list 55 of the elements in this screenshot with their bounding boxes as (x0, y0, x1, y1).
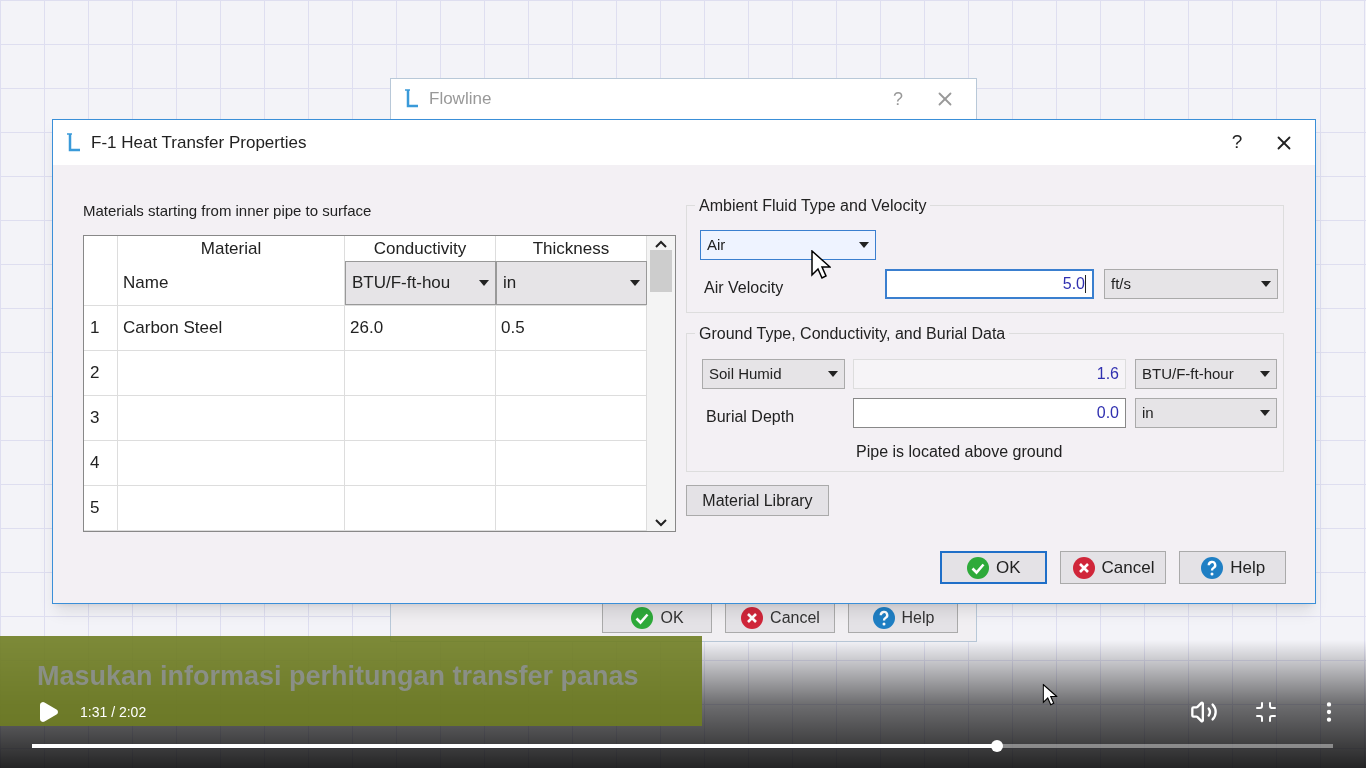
unit-dropdown[interactable]: BTU/F-ft-hou (345, 261, 496, 305)
check-icon (966, 555, 991, 580)
row-number: 2 (84, 351, 118, 395)
velocity-field[interactable]: 5.0 (885, 269, 1094, 299)
exit-fullscreen-icon[interactable] (1254, 700, 1278, 724)
fluid-dropdown[interactable]: Air (700, 230, 876, 260)
time-display: 1:31 / 2:02 (80, 702, 147, 722)
unit-dropdown[interactable]: BTU/F-ft-hour (1135, 359, 1277, 389)
ground-type-dropdown[interactable]: Soil Humid (702, 359, 845, 389)
table-caption: Materials starting from inner pipe to surface (83, 201, 373, 221)
dialog-button[interactable]: Help (848, 603, 958, 633)
row-number: 1 (84, 306, 118, 350)
app-logo-icon (65, 131, 83, 154)
dialog-button[interactable]: OK (602, 603, 712, 633)
row-number: 3 (84, 396, 118, 440)
dialog-button[interactable]: Cancel (1059, 551, 1167, 584)
caret-icon (1260, 371, 1270, 377)
depth-field[interactable]: 0.0 (853, 398, 1126, 428)
window-title: F-1 Heat Transfer Properties (91, 131, 307, 154)
column-header: Material (118, 235, 345, 261)
caret-icon (630, 280, 640, 286)
conductivity-field: 1.6 (853, 359, 1126, 389)
cursor-icon (1042, 683, 1058, 707)
table-cell: Carbon Steel (118, 306, 345, 350)
row-number: 5 (84, 486, 118, 530)
table-cell: 26.0 (345, 306, 496, 350)
caret-icon (1260, 410, 1270, 416)
progress-thumb[interactable] (991, 740, 1004, 752)
unit-dropdown[interactable]: ft/s (1104, 269, 1278, 299)
help-button[interactable]: ? (1217, 128, 1257, 157)
dialog-button[interactable]: Help (1179, 551, 1286, 584)
caption-text: Masukan informasi perhitungan transfer panas (37, 659, 639, 693)
unit-dropdown[interactable]: in (1135, 398, 1277, 428)
caret-icon (828, 371, 838, 377)
unit-dropdown[interactable]: in (496, 261, 647, 305)
scrollbar-thumb[interactable] (650, 249, 672, 292)
scrollbar[interactable] (647, 235, 675, 531)
material-library-button[interactable]: Material Library (686, 485, 829, 516)
row-number: 4 (84, 441, 118, 485)
note-text: Pipe is located above ground (856, 442, 1063, 462)
close-icon (740, 606, 765, 630)
caret-icon (479, 280, 489, 286)
field-label: Burial Depth (706, 407, 795, 427)
window-title: Flowline (429, 88, 492, 111)
close-icon (1071, 555, 1096, 580)
dialog-button[interactable]: OK (940, 551, 1047, 584)
app-logo-icon (403, 88, 421, 110)
help-icon (871, 606, 896, 630)
caret-icon (859, 242, 869, 248)
dialog-button[interactable]: Cancel (725, 603, 835, 633)
help-icon (1200, 555, 1225, 580)
field-label: Air Velocity (704, 278, 784, 298)
caret-icon (1261, 281, 1271, 287)
check-icon (630, 606, 655, 630)
cursor-icon (811, 250, 831, 280)
